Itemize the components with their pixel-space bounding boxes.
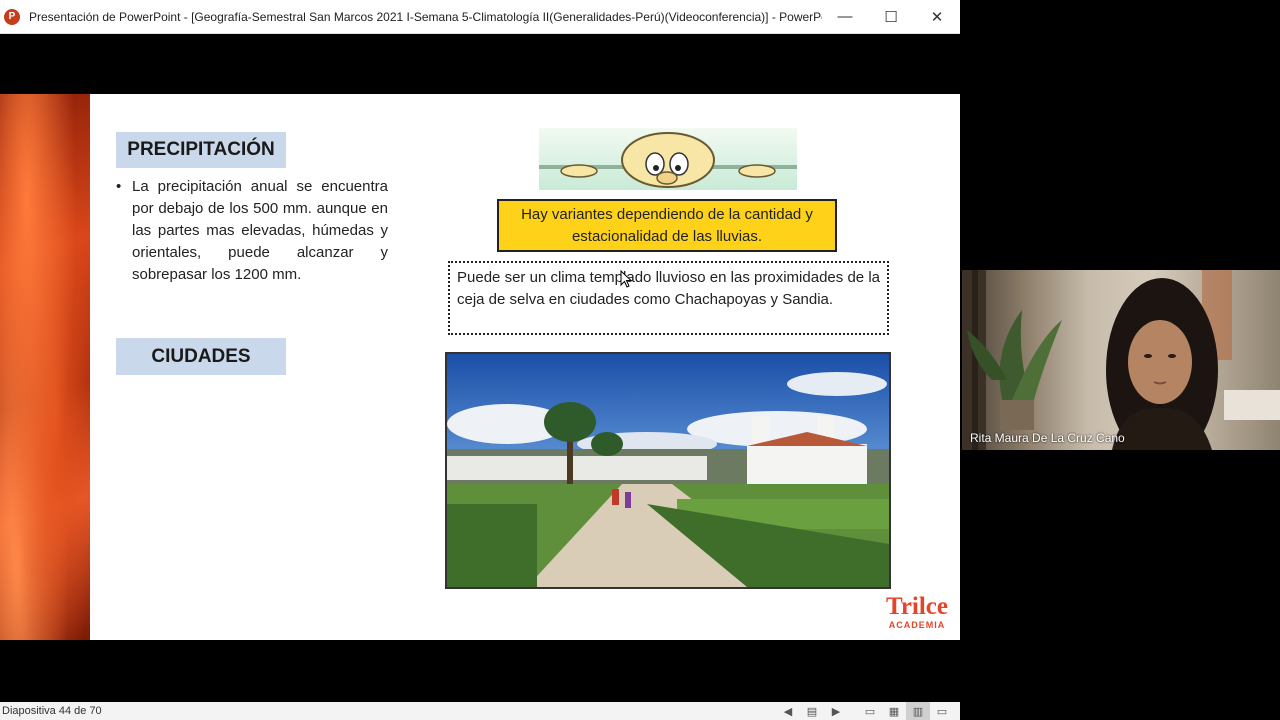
city-photo xyxy=(445,352,891,589)
next-slide-icon[interactable]: ▶ xyxy=(824,702,848,720)
reading-view-icon[interactable]: ▥ xyxy=(906,702,930,720)
window-title: Presentación de PowerPoint - [Geografía-… xyxy=(29,9,822,24)
app-window: P Presentación de PowerPoint - [Geografí… xyxy=(0,0,1280,720)
participant-name: Rita Maura De La Cruz Cano xyxy=(970,431,1125,445)
trilce-logo: Trilce ACADEMIA xyxy=(877,593,957,631)
mouse-cursor-icon xyxy=(620,269,633,293)
brand-name: Trilce xyxy=(886,593,948,620)
brand-subtitle: ACADEMIA xyxy=(888,620,946,630)
slideshow-icon[interactable]: ▭ xyxy=(930,702,954,720)
normal-view-icon[interactable]: ▭ xyxy=(858,702,882,720)
decorative-band xyxy=(0,94,90,640)
bullet-marker: • xyxy=(116,178,122,195)
precipitation-bullet: • La precipitación anual se encuentra po… xyxy=(116,176,388,286)
climate-description: Puede ser un clima templado lluvioso en … xyxy=(448,261,889,335)
video-tile[interactable]: Rita Maura De La Cruz Cano xyxy=(962,270,1280,450)
view-controls: ◀ ▤ ▶ ▭ ▦ ▥ ▭ xyxy=(776,702,960,720)
slide-sorter-icon[interactable]: ▦ xyxy=(882,702,906,720)
minimize-button[interactable]: — xyxy=(822,0,868,34)
powerpoint-app-icon: P xyxy=(4,8,20,25)
slide-counter: Diapositiva 44 de 70 xyxy=(2,705,102,717)
status-bar: Diapositiva 44 de 70 ◀ ▤ ▶ ▭ ▦ ▥ ▭ xyxy=(0,702,960,720)
yellow-callout: Hay variantes dependiendo de la cantidad… xyxy=(497,199,837,252)
previous-slide-icon[interactable]: ◀ xyxy=(776,702,800,720)
precipitacion-heading: PRECIPITACIÓN xyxy=(116,132,286,168)
bullet-text: La precipitación anual se encuentra por … xyxy=(132,178,388,283)
title-bar: P Presentación de PowerPoint - [Geografí… xyxy=(0,0,960,34)
ciudades-heading: CIUDADES xyxy=(116,338,286,375)
slide[interactable]: PRECIPITACIÓN • La precipitación anual s… xyxy=(0,94,960,640)
cartoon-image xyxy=(539,128,797,190)
notes-icon[interactable]: ▤ xyxy=(800,702,824,720)
maximize-button[interactable]: ☐ xyxy=(868,0,914,34)
close-button[interactable]: ✕ xyxy=(914,0,960,34)
